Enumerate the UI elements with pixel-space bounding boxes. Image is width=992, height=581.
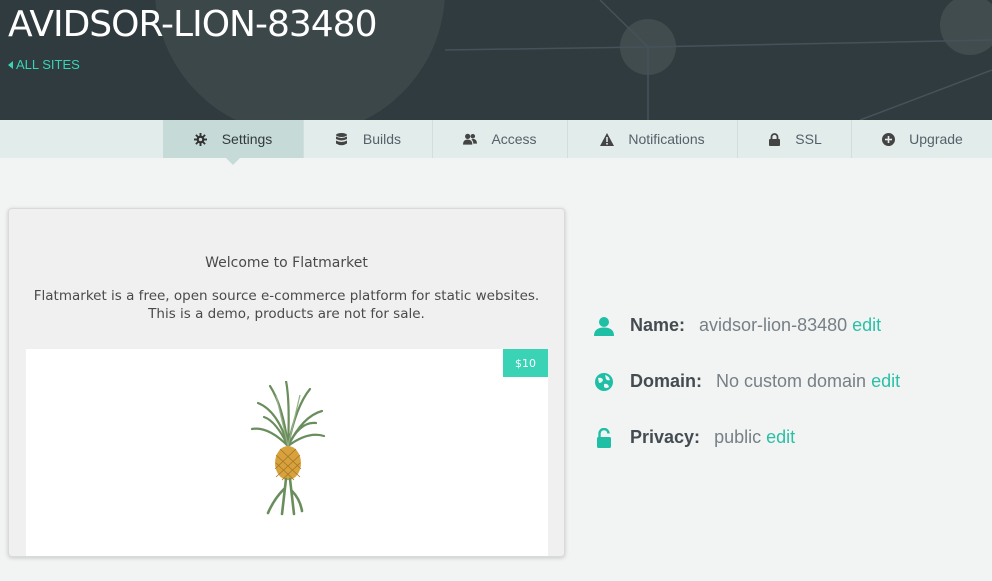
edit-name-link[interactable]: edit <box>852 315 881 336</box>
preview-description-line1: Flatmarket is a free, open source e-comm… <box>33 288 540 304</box>
site-header: AVIDSOR-LION-83480 ALL SITES <box>0 0 992 120</box>
tab-upgrade[interactable]: Upgrade <box>852 120 992 158</box>
product-tile[interactable]: $10 <box>26 349 548 556</box>
tab-access-label: Access <box>491 131 537 147</box>
settings-tab-bar: Settings Builds Access Notifications SSL… <box>0 120 992 165</box>
all-sites-label: ALL SITES <box>16 57 80 72</box>
users-icon <box>463 132 478 146</box>
pineapple-image <box>250 381 326 516</box>
user-icon <box>594 316 614 336</box>
globe-icon <box>594 372 614 392</box>
tab-notifications-label: Notifications <box>628 131 705 147</box>
tab-settings[interactable]: Settings <box>163 120 304 165</box>
plus-circle-icon <box>881 132 895 146</box>
name-value: avidsor-lion-83480 <box>699 315 848 335</box>
tab-access[interactable]: Access <box>433 120 568 158</box>
all-sites-link[interactable]: ALL SITES <box>8 57 80 72</box>
unlock-icon <box>594 427 614 448</box>
tab-ssl[interactable]: SSL <box>738 120 852 158</box>
caret-left-icon <box>8 60 13 69</box>
preview-description: Flatmarket is a free, open source e-comm… <box>9 287 564 323</box>
price-badge: $10 <box>503 349 548 377</box>
warning-icon <box>600 132 615 146</box>
edit-privacy-link[interactable]: edit <box>766 427 795 448</box>
preview-welcome-heading: Welcome to Flatmarket <box>205 255 368 271</box>
tab-notifications[interactable]: Notifications <box>568 120 738 158</box>
privacy-row: Privacy: public edit <box>594 427 795 448</box>
domain-row: Domain: No custom domain edit <box>594 371 900 392</box>
privacy-value: public <box>714 427 762 447</box>
site-title: AVIDSOR-LION-83480 <box>8 4 377 45</box>
name-row: Name: avidsor-lion-83480 edit <box>594 315 881 336</box>
edit-domain-link[interactable]: edit <box>871 371 900 392</box>
tab-settings-label: Settings <box>221 131 273 147</box>
lock-icon <box>767 132 781 146</box>
tab-upgrade-label: Upgrade <box>909 131 963 147</box>
name-label: Name: <box>630 315 686 335</box>
database-icon <box>335 132 349 146</box>
domain-label: Domain: <box>630 371 702 391</box>
domain-value: No custom domain <box>716 371 867 391</box>
tab-builds[interactable]: Builds <box>304 120 433 158</box>
tab-builds-label: Builds <box>362 131 402 147</box>
privacy-label: Privacy: <box>630 427 701 447</box>
site-preview-card[interactable]: Welcome to Flatmarket Flatmarket is a fr… <box>8 208 565 557</box>
preview-description-line2: This is a demo, products are not for sal… <box>148 306 425 322</box>
tab-ssl-label: SSL <box>795 131 822 147</box>
gear-icon <box>194 132 208 146</box>
